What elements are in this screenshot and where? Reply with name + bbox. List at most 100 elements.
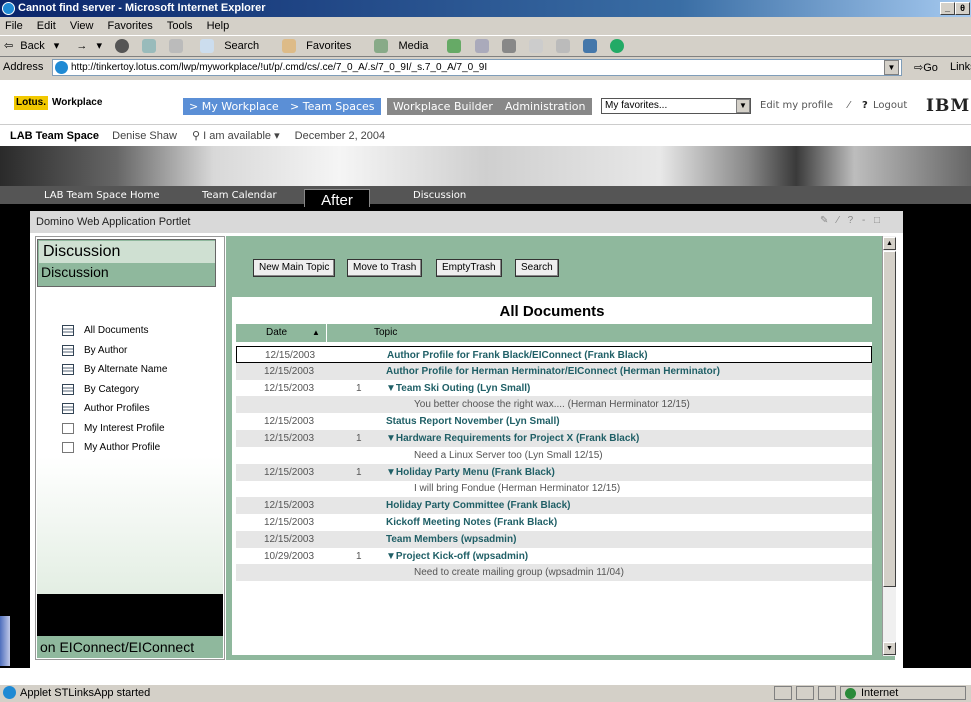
nav-my-interest-profile[interactable]: My Interest Profile (62, 422, 165, 440)
search-button[interactable]: Search (196, 39, 265, 54)
row-topic[interactable]: Holiday Party Committee (Frank Black) (386, 497, 571, 514)
tab-calendar[interactable]: Team Calendar (202, 188, 277, 204)
tools-icon[interactable]: ⁄ (848, 100, 850, 111)
nav-by-alternate-name[interactable]: By Alternate Name (62, 363, 167, 381)
menu-help[interactable]: Help (207, 20, 230, 32)
favorites-select[interactable]: My favorites... (601, 98, 751, 114)
zone-pane: Internet (840, 686, 966, 700)
go-label: Go (923, 62, 938, 74)
table-row[interactable]: 12/15/2003 Team Members (wpsadmin) (236, 530, 872, 548)
view-icon (62, 363, 74, 375)
row-topic[interactable]: Team Members (wpsadmin) (386, 531, 516, 548)
row-response[interactable]: You better choose the right wax.... (Her… (414, 396, 690, 413)
sort-arrow-icon[interactable]: ▲ (312, 324, 320, 342)
row-topic[interactable]: ▼Team Ski Outing (Lyn Small) (386, 380, 530, 397)
table-row[interactable]: 12/15/2003 1 ▼Hardware Requirements for Pr… (236, 430, 872, 447)
favorites-button[interactable]: Favorites (278, 39, 357, 54)
messenger-icon[interactable] (582, 39, 597, 54)
nav-by-category[interactable]: By Category (62, 383, 139, 401)
empty-trash-button[interactable]: EmptyTrash (436, 259, 502, 277)
scroll-thumb[interactable] (883, 251, 896, 587)
logout-link[interactable]: Logout (873, 100, 907, 111)
forward-button[interactable]: → ▾ (72, 40, 102, 52)
nav-my-author-profile[interactable]: My Author Profile (62, 441, 160, 459)
edit-icon[interactable] (528, 39, 543, 54)
user-name[interactable]: Denise Shaw (112, 130, 177, 142)
row-topic[interactable]: Kickoff Meeting Notes (Frank Black) (386, 514, 557, 531)
column-date[interactable]: Date (266, 324, 287, 342)
table-row[interactable]: 12/15/2003 Author Profile for Herman Herm… (236, 362, 872, 380)
status-select[interactable]: ⚲ I am available ▾ (192, 130, 280, 142)
table-row[interactable]: Need to create mailing group (wpsadmin 1… (236, 564, 872, 582)
nav-label: By Category (84, 384, 140, 395)
row-topic[interactable]: ▼Holiday Party Menu (Frank Black) (386, 464, 555, 481)
minimize-button[interactable]: _ (940, 2, 955, 15)
view-icon (62, 383, 74, 395)
edit-profile-link[interactable]: Edit my profile (760, 100, 833, 111)
row-response[interactable]: I will bring Fondue (Herman Herminator 1… (414, 480, 620, 497)
discuss-icon[interactable] (555, 39, 570, 54)
table-row[interactable]: 12/15/2003 Status Report November (Lyn Sm… (236, 413, 872, 430)
nav-team-spaces[interactable]: > Team Spaces (284, 98, 381, 115)
media-button[interactable]: Media (370, 39, 434, 54)
tab-home[interactable]: LAB Team Space Home (44, 188, 159, 204)
team-space-name: LAB Team Space (10, 130, 100, 142)
go-button[interactable]: ⇨Go (914, 61, 938, 74)
team-tabs: LAB Team Space Home Team Calendar Discus… (0, 186, 971, 204)
back-button[interactable]: ⇦ Back ▾ (4, 40, 59, 52)
nav-by-author[interactable]: By Author (62, 344, 127, 362)
mail-icon[interactable] (474, 39, 489, 54)
new-main-topic-button[interactable]: New Main Topic (253, 259, 336, 277)
table-row[interactable]: 12/15/2003 Holiday Party Committee (Frank… (236, 497, 872, 515)
move-to-trash-button[interactable]: Move to Trash (347, 259, 423, 277)
address-input[interactable]: http://tinkertoy.lotus.com/lwp/myworkpla… (52, 59, 902, 76)
restore-button[interactable]: θ (955, 2, 970, 15)
menu-edit[interactable]: Edit (37, 20, 56, 32)
tab-after[interactable]: After (304, 189, 370, 209)
scroll-down-button[interactable]: ▼ (883, 642, 896, 655)
research-icon[interactable] (609, 39, 624, 54)
row-topic[interactable]: Status Report November (Lyn Small) (386, 413, 560, 430)
home-icon[interactable] (169, 39, 184, 54)
row-count: 1 (356, 382, 362, 394)
table-row[interactable]: I will bring Fondue (Herman Herminator 1… (236, 480, 872, 497)
nav-all-documents[interactable]: All Documents (62, 324, 148, 342)
table-row[interactable]: 12/15/2003 1 ▼Holiday Party Menu (Frank Bl… (236, 463, 872, 481)
table-row[interactable]: You better choose the right wax.... (Her… (236, 396, 872, 414)
row-date: 12/15/2003 (264, 433, 315, 444)
nav-author-profiles[interactable]: Author Profiles (62, 402, 150, 420)
go-icon: ⇨ (914, 62, 924, 74)
row-topic[interactable]: Author Profile for Frank Black/EIConnect… (387, 347, 648, 364)
menu-file[interactable]: File (5, 20, 23, 32)
menu-tools[interactable]: Tools (167, 20, 193, 32)
menu-favorites[interactable]: Favorites (108, 20, 153, 32)
tab-discussion[interactable]: Discussion (413, 188, 466, 204)
help-link[interactable]: ? (862, 100, 868, 111)
row-topic[interactable]: Author Profile for Herman Herminator/EIC… (386, 363, 720, 380)
nav-workplace-builder[interactable]: Workplace Builder (387, 98, 499, 115)
table-row[interactable]: Need a Linux Server too (Lyn Small 12/15… (236, 447, 872, 464)
print-icon[interactable] (501, 39, 516, 54)
nav-my-workplace[interactable]: > My Workplace (183, 98, 285, 115)
table-row[interactable]: 12/15/2003 1 ▼Team Ski Outing (Lyn Small) (236, 380, 872, 397)
chevron-down-icon[interactable]: ▼ (736, 99, 750, 113)
refresh-icon[interactable] (142, 39, 157, 54)
history-icon[interactable] (447, 39, 462, 54)
links-button[interactable]: Links (950, 61, 971, 73)
left-subheading: Discussion (41, 264, 109, 280)
search-button[interactable]: Search (515, 259, 559, 277)
address-dropdown[interactable]: ▼ (884, 60, 899, 75)
table-row[interactable]: 12/15/2003 Kickoff Meeting Notes (Frank B… (236, 514, 872, 531)
nav-administration[interactable]: Administration (499, 98, 592, 115)
table-row[interactable]: 12/15/2003 Author Profile for Frank Black… (236, 346, 872, 363)
row-response[interactable]: Need to create mailing group (wpsadmin 1… (414, 564, 624, 581)
table-row[interactable]: 10/29/2003 1 ▼Project Kick-off (wpsadmin) (236, 548, 872, 565)
portlet-controls[interactable]: ✎ ⁄ ? - □ (820, 215, 883, 226)
scroll-up-button[interactable]: ▲ (883, 237, 896, 250)
row-topic[interactable]: ▼Project Kick-off (wpsadmin) (386, 548, 528, 565)
menu-view[interactable]: View (70, 20, 94, 32)
row-response[interactable]: Need a Linux Server too (Lyn Small 12/15… (414, 447, 603, 464)
column-topic[interactable]: Topic (374, 324, 397, 342)
row-topic[interactable]: ▼Hardware Requirements for Project X (Fr… (386, 430, 639, 447)
stop-icon[interactable] (115, 39, 130, 54)
